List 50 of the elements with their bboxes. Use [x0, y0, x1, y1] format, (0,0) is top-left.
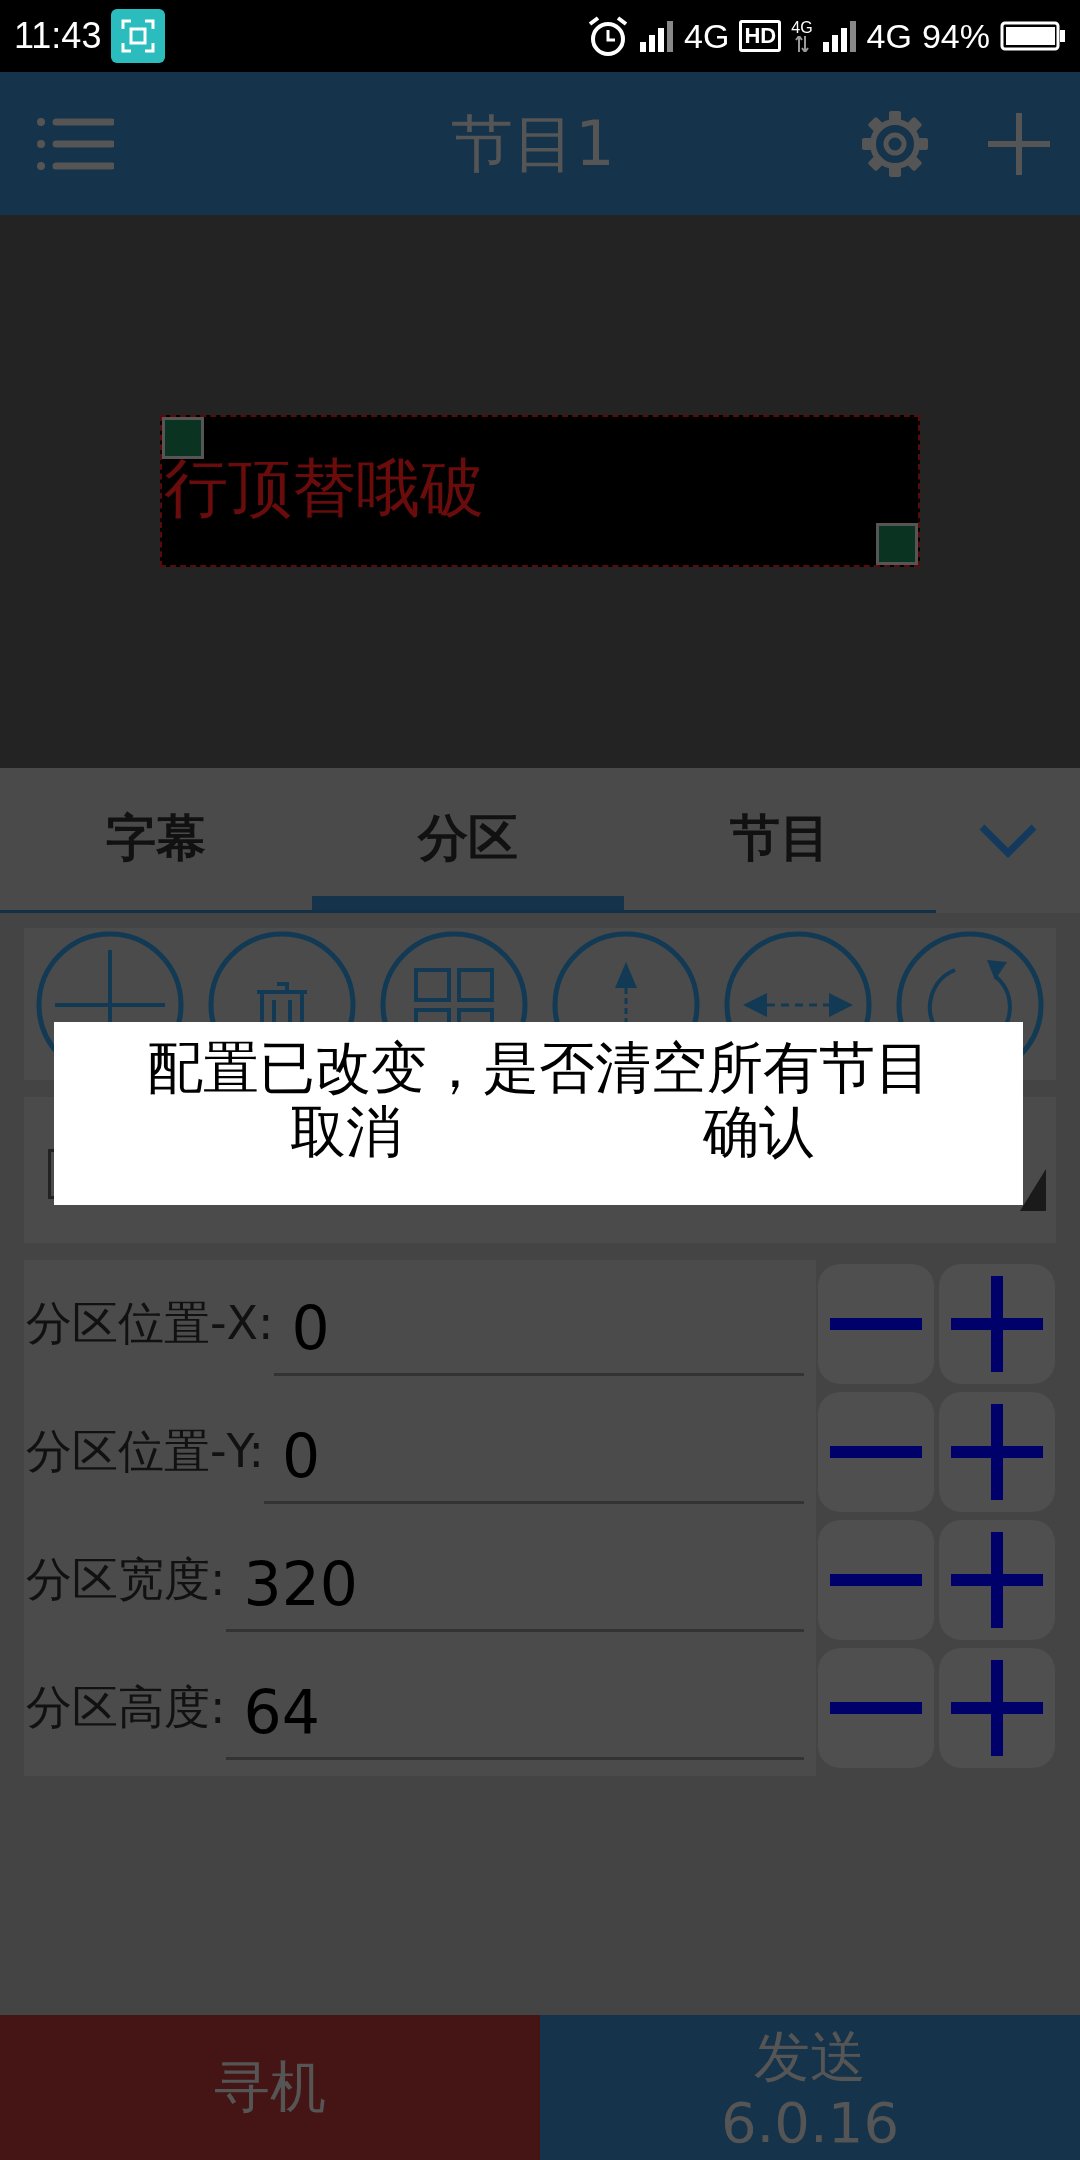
plus-button[interactable]: [939, 1392, 1055, 1512]
minus-icon: [830, 1574, 922, 1586]
field-label: 分区高度:: [25, 1679, 226, 1736]
minus-button[interactable]: [818, 1520, 934, 1640]
tab[interactable]: 字幕: [0, 768, 312, 910]
menu-icon[interactable]: [36, 115, 114, 172]
network-type: 4G: [684, 16, 730, 56]
resize-handle[interactable]: [876, 523, 918, 565]
battery-icon: [1000, 21, 1066, 51]
screenshot-app-icon: [111, 9, 166, 63]
field-label: 分区位置-Y:: [25, 1423, 265, 1480]
plus-button[interactable]: [939, 1520, 1055, 1640]
confirm-button[interactable]: 确认: [610, 1100, 1023, 1164]
led-preview[interactable]: 行顶替哦破: [160, 415, 920, 567]
battery-percent: 94%: [921, 16, 990, 56]
input-field[interactable]: 320: [225, 1538, 804, 1632]
data-arrows-icon: [794, 36, 809, 52]
tab[interactable]: 节目: [624, 768, 936, 910]
plus-button[interactable]: [939, 1648, 1055, 1768]
send-button[interactable]: 发送 6.0.16: [540, 2015, 1080, 2160]
search-device-button[interactable]: 寻机: [0, 2015, 540, 2160]
minus-button[interactable]: [818, 1648, 934, 1768]
plus-button[interactable]: [939, 1264, 1055, 1384]
screen-title: 节目1: [450, 105, 616, 182]
cancel-button[interactable]: 取消: [54, 1100, 611, 1164]
tab[interactable]: 分区: [312, 768, 624, 910]
clock-time: 11:43: [14, 15, 102, 57]
plus-icon: [951, 1532, 1043, 1628]
plus-icon: [951, 1404, 1043, 1500]
resize-handle[interactable]: [162, 417, 204, 459]
field-label: 分区宽度:: [25, 1551, 226, 1608]
input-field[interactable]: 0: [264, 1410, 804, 1504]
minus-icon: [830, 1446, 922, 1458]
field-label: 分区位置-X:: [25, 1295, 274, 1352]
dropdown-arrow-icon: [1020, 1169, 1046, 1211]
settings-icon[interactable]: [862, 110, 928, 177]
network-type: 4G: [791, 20, 813, 36]
minus-button[interactable]: [818, 1264, 934, 1384]
input-field[interactable]: 0: [273, 1282, 804, 1376]
minus-button[interactable]: [818, 1392, 934, 1512]
input-field[interactable]: 64: [225, 1666, 804, 1760]
dialog-message: 配置已改变，是否清空所有节目: [146, 1036, 931, 1100]
hd-badge: HD: [739, 20, 782, 52]
minus-icon: [830, 1702, 922, 1714]
plus-icon: [951, 1660, 1043, 1756]
add-icon[interactable]: [988, 112, 1050, 175]
plus-icon: [951, 1276, 1043, 1372]
network-type: 4G: [866, 16, 912, 56]
minus-icon: [830, 1318, 922, 1330]
preview-text: 行顶替哦破: [163, 451, 484, 526]
